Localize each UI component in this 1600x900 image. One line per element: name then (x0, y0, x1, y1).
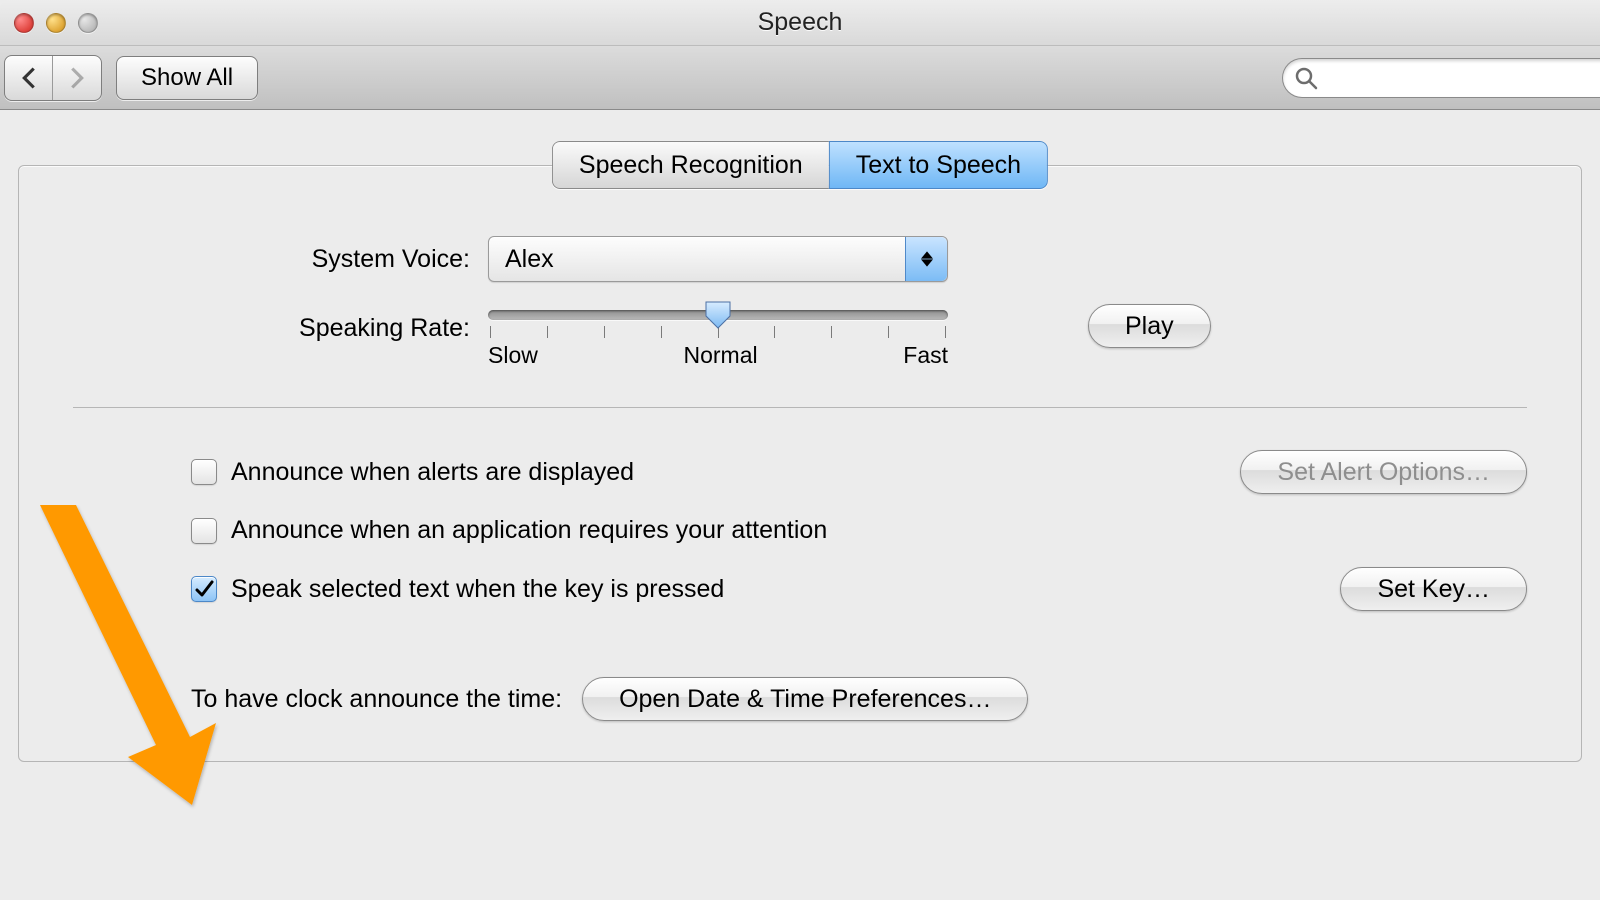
set-alert-options-button[interactable]: Set Alert Options… (1240, 450, 1527, 494)
slider-label-slow: Slow (488, 342, 538, 369)
minimize-window-icon[interactable] (46, 13, 66, 33)
show-all-button[interactable]: Show All (116, 56, 258, 100)
tab-speech-recognition[interactable]: Speech Recognition (552, 141, 829, 189)
announce-alerts-label: Announce when alerts are displayed (231, 458, 1220, 487)
forward-button[interactable] (53, 56, 101, 100)
tabs: Speech Recognition Text to Speech (552, 141, 1048, 189)
nav-segment (4, 55, 102, 101)
separator (73, 407, 1527, 408)
traffic-lights (0, 13, 98, 33)
search-input[interactable] (1282, 58, 1600, 98)
annotation-arrow-icon (40, 505, 240, 815)
window-title: Speech (0, 8, 1600, 37)
set-key-button[interactable]: Set Key… (1340, 567, 1527, 611)
content: Speech Recognition Text to Speech System… (0, 110, 1600, 762)
system-voice-label: System Voice: (243, 245, 488, 274)
system-voice-value: Alex (505, 245, 554, 274)
announce-app-label: Announce when an application requires yo… (231, 516, 1527, 545)
tab-pane: System Voice: Alex Speaking Rate: (18, 165, 1582, 762)
clock-row: To have clock announce the time: Open Da… (73, 677, 1527, 721)
slider-thumb-icon[interactable] (704, 300, 732, 330)
slider-label-fast: Fast (903, 342, 948, 369)
slider-labels: Slow Normal Fast (488, 342, 948, 369)
slider-label-normal: Normal (684, 342, 758, 369)
titlebar: Speech (0, 0, 1600, 46)
back-button[interactable] (5, 56, 53, 100)
open-date-time-button[interactable]: Open Date & Time Preferences… (582, 677, 1028, 721)
zoom-window-icon[interactable] (78, 13, 98, 33)
tab-text-to-speech[interactable]: Text to Speech (829, 141, 1048, 189)
search-icon (1294, 66, 1318, 90)
chevron-right-icon (68, 67, 86, 89)
clock-intro-label: To have clock announce the time: (191, 685, 562, 714)
announce-alerts-checkbox[interactable] (191, 459, 217, 485)
system-voice-popup[interactable]: Alex (488, 236, 948, 282)
chevron-left-icon (20, 67, 38, 89)
close-window-icon[interactable] (14, 13, 34, 33)
toolbar: Show All (0, 46, 1600, 110)
speak-selected-label: Speak selected text when the key is pres… (231, 575, 1320, 604)
speaking-rate-slider[interactable] (488, 310, 948, 338)
popup-stepper-icon (905, 237, 947, 281)
search-wrap (1282, 58, 1600, 98)
speaking-rate-label: Speaking Rate: (243, 310, 488, 343)
play-button[interactable]: Play (1088, 304, 1211, 348)
